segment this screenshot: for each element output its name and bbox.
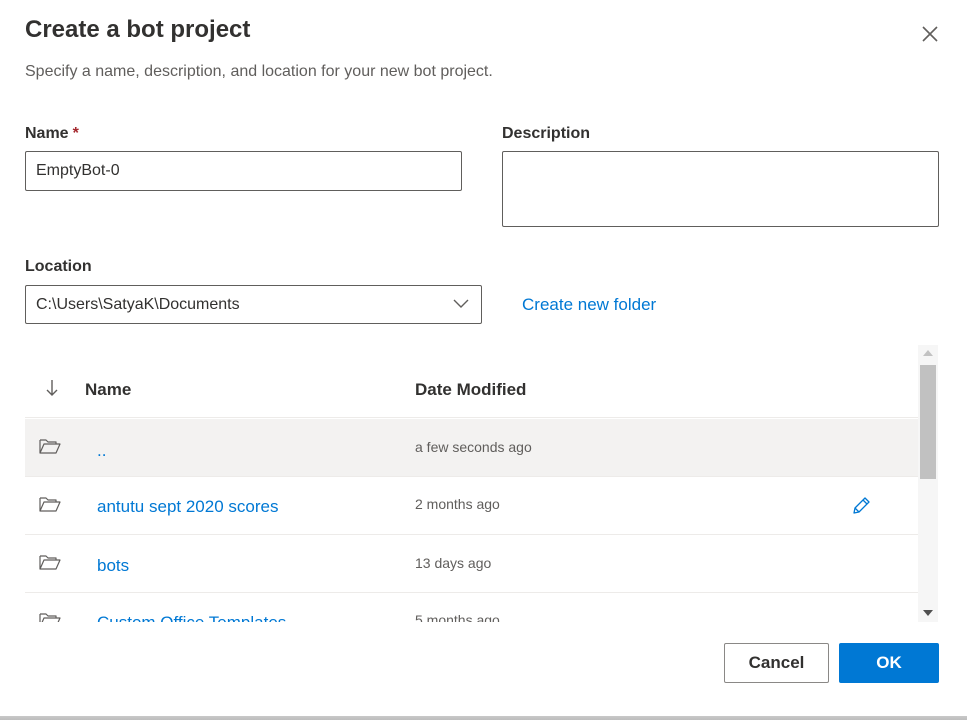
folder-open-icon bbox=[39, 555, 61, 570]
close-icon[interactable] bbox=[918, 22, 942, 46]
description-label: Description bbox=[502, 125, 591, 142]
row-name[interactable]: Custom Office Templates bbox=[97, 613, 286, 622]
folder-open-icon bbox=[39, 613, 61, 622]
location-label: Location bbox=[25, 258, 92, 275]
column-header-date[interactable]: Date Modified bbox=[415, 380, 526, 400]
arrow-down-icon[interactable] bbox=[45, 378, 59, 398]
pencil-icon[interactable] bbox=[850, 495, 872, 517]
row-name[interactable]: antutu sept 2020 scores bbox=[97, 497, 278, 517]
table-header: Name Date Modified bbox=[25, 362, 918, 418]
row-date: 13 days ago bbox=[415, 555, 492, 571]
create-new-folder-link[interactable]: Create new folder bbox=[522, 295, 656, 315]
name-input[interactable]: EmptyBot-0 bbox=[25, 151, 462, 191]
cancel-button[interactable]: Cancel bbox=[724, 643, 829, 683]
table-row[interactable]: Custom Office Templates 5 months ago bbox=[25, 593, 918, 622]
window-bottom-edge bbox=[0, 716, 967, 720]
row-name[interactable]: bots bbox=[97, 556, 129, 576]
location-value: C:\Users\SatyaK\Documents bbox=[36, 296, 240, 313]
row-date: 2 months ago bbox=[415, 496, 500, 512]
table-row[interactable]: .. a few seconds ago bbox=[25, 419, 918, 477]
name-label-text: Name bbox=[25, 125, 69, 142]
location-dropdown[interactable]: C:\Users\SatyaK\Documents bbox=[25, 285, 482, 324]
row-date: a few seconds ago bbox=[415, 439, 532, 455]
scroll-up-arrow-icon[interactable] bbox=[923, 350, 933, 356]
vertical-scrollbar[interactable] bbox=[918, 345, 938, 622]
folder-open-icon bbox=[39, 497, 61, 512]
scroll-thumb[interactable] bbox=[920, 365, 936, 479]
dialog-subtitle: Specify a name, description, and locatio… bbox=[25, 63, 493, 80]
ok-button[interactable]: OK bbox=[839, 643, 939, 683]
column-header-name[interactable]: Name bbox=[85, 380, 131, 400]
chevron-down-icon bbox=[453, 299, 469, 308]
name-label: Name * bbox=[25, 125, 79, 143]
dialog-title: Create a bot project bbox=[25, 16, 251, 43]
create-bot-dialog: Create a bot project Specify a name, des… bbox=[0, 0, 967, 716]
description-input[interactable] bbox=[502, 151, 939, 227]
row-date: 5 months ago bbox=[415, 612, 500, 622]
row-name[interactable]: .. bbox=[97, 441, 106, 461]
folder-open-icon bbox=[39, 439, 61, 454]
table-row[interactable]: bots 13 days ago bbox=[25, 535, 918, 593]
required-mark: * bbox=[72, 125, 79, 142]
folder-table: Name Date Modified .. a few seconds ago … bbox=[25, 362, 918, 622]
scroll-down-arrow-icon[interactable] bbox=[923, 610, 933, 616]
table-row[interactable]: antutu sept 2020 scores 2 months ago bbox=[25, 477, 918, 535]
